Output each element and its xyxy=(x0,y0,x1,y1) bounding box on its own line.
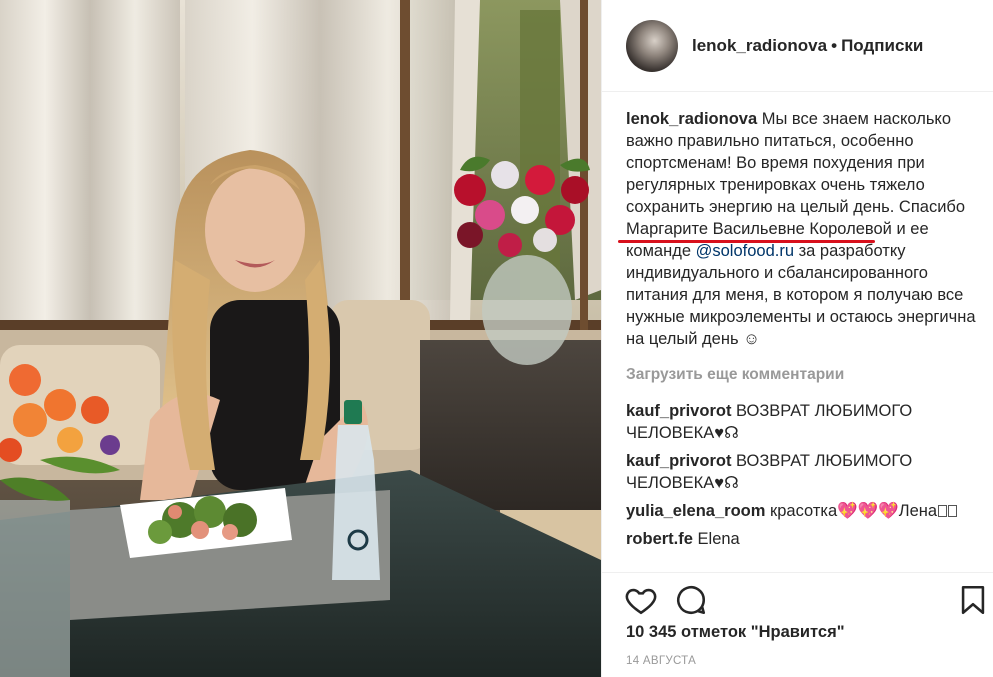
comment-username[interactable]: kauf_privorot xyxy=(626,452,731,470)
comment-item: robert.fe Elena xyxy=(626,528,976,550)
caption-mention-name: Маргарите Васильевне xyxy=(626,220,805,238)
bookmark-icon[interactable] xyxy=(956,583,990,617)
comment-item: yulia_elena_room красотка💖💖💖Лена xyxy=(626,500,976,522)
post-photo[interactable] xyxy=(0,0,601,677)
post-header: lenok_radionova • Подписки xyxy=(602,0,993,92)
action-bar xyxy=(602,572,993,622)
comment-item: kauf_privorot ВОЗВРАТ ЛЮБИМОГО ЧЕЛОВЕКА♥… xyxy=(626,450,976,494)
post-side-panel: lenok_radionova • Подписки lenok_radionova… xyxy=(601,0,993,677)
likes-count[interactable]: 10 345 отметок "Нравится" xyxy=(626,623,845,642)
unrendered-emoji-glyph xyxy=(938,505,948,517)
post-date[interactable]: 14 АВГУСТА xyxy=(626,655,696,667)
header-text: lenok_radionova • Подписки xyxy=(692,36,923,56)
heart-icon[interactable] xyxy=(624,583,658,617)
comment-bubble-icon[interactable] xyxy=(674,583,708,617)
comment-text: красотка💖💖💖Лена xyxy=(770,502,938,520)
load-more-comments-button[interactable]: Загрузить еще комментарии xyxy=(626,364,976,386)
comments-section: lenok_radionova Мы все знаем насколько в… xyxy=(626,108,976,556)
comment-username[interactable]: yulia_elena_room xyxy=(626,502,765,520)
avatar[interactable] xyxy=(626,19,678,72)
caption-username[interactable]: lenok_radionova xyxy=(626,110,757,128)
unrendered-emoji-glyph xyxy=(948,505,958,517)
caption: lenok_radionova Мы все знаем насколько в… xyxy=(626,108,976,350)
comment-username[interactable]: kauf_privorot xyxy=(626,402,731,420)
separator-dot: • xyxy=(831,35,838,55)
caption-mention-link[interactable]: @solofood.ru xyxy=(696,242,794,260)
comment-text: Elena xyxy=(697,530,740,548)
comment-item: kauf_privorot ВОЗВРАТ ЛЮБИМОГО ЧЕЛОВЕКА♥… xyxy=(626,400,976,444)
comment-username[interactable]: robert.fe xyxy=(626,530,693,548)
author-username[interactable]: lenok_radionova xyxy=(692,36,827,55)
follow-status-button[interactable]: Подписки xyxy=(841,36,923,55)
photo-illustration xyxy=(0,0,601,677)
